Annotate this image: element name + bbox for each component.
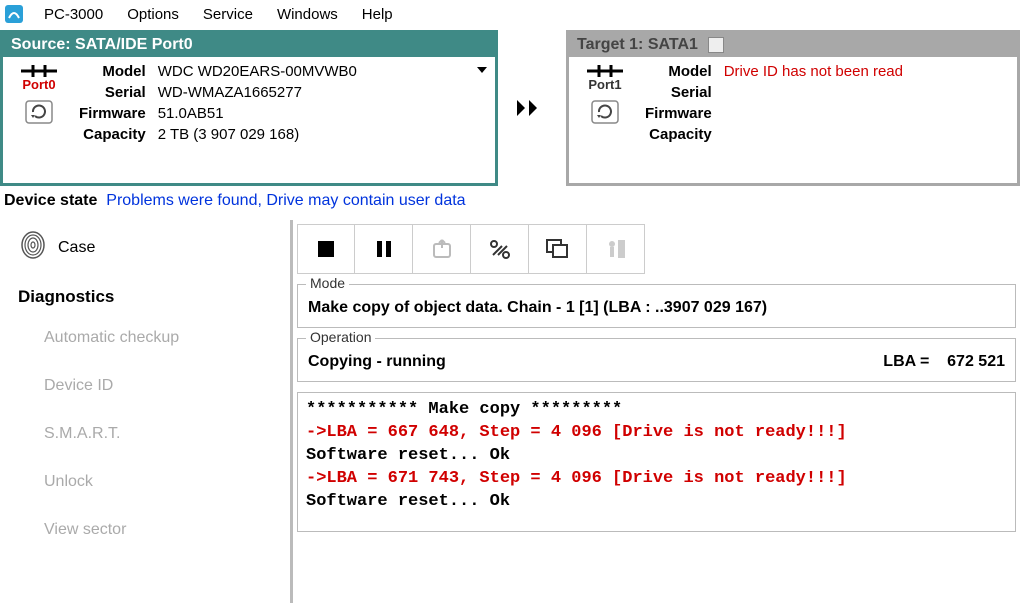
target-serial-value [724, 84, 903, 101]
menu-windows[interactable]: Windows [267, 4, 348, 25]
sidebar-case-item[interactable]: Case [18, 230, 290, 265]
source-port-icon[interactable]: Port0 [19, 63, 59, 92]
log-line: ->LBA = 667 648, Step = 4 096 [Drive is … [306, 422, 1007, 445]
operation-lba: LBA = 672 521 [883, 353, 1005, 371]
fingerprint-icon [18, 230, 48, 265]
sidebar-item-unlock[interactable]: Unlock [44, 473, 290, 491]
menu-options[interactable]: Options [117, 4, 189, 25]
source-refresh-icon[interactable] [25, 100, 53, 124]
stop-button[interactable] [297, 224, 355, 274]
source-capacity-value: 2 TB (3 907 029 168) [158, 126, 357, 143]
target-panel-title: Target 1: SATA1 [569, 33, 1017, 57]
source-panel: Source: SATA/IDE Port0 Port0 Model WDC W… [0, 30, 498, 186]
content-area: Mode Make copy of object data. Chain - 1… [290, 220, 1024, 603]
target-port-icon[interactable]: Port1 [585, 63, 625, 92]
menu-bar: PC-3000 Options Service Windows Help [0, 0, 1024, 28]
source-model-label: Model [79, 63, 146, 80]
menu-service[interactable]: Service [193, 4, 263, 25]
device-state-value: Problems were found, Drive may contain u… [106, 192, 465, 209]
target-capacity-label: Capacity [645, 126, 712, 143]
mode-groupbox: Mode Make copy of object data. Chain - 1… [297, 284, 1016, 328]
log-output[interactable]: *********** Make copy *********->LBA = 6… [297, 392, 1016, 532]
sidebar-diagnostics-heading[interactable]: Diagnostics [18, 287, 290, 307]
settings-button[interactable] [471, 224, 529, 274]
target-enable-checkbox[interactable] [708, 37, 724, 53]
target-firmware-label: Firmware [645, 105, 712, 122]
sidebar-case-label: Case [58, 239, 95, 257]
transfer-arrows-icon[interactable] [498, 30, 562, 186]
operation-legend: Operation [306, 329, 375, 345]
target-title-text: Target 1: SATA1 [577, 36, 698, 54]
target-model-label: Model [645, 63, 712, 80]
log-line: Software reset... Ok [306, 445, 1007, 468]
log-line: Software reset... Ok [306, 491, 1007, 514]
mode-legend: Mode [306, 275, 349, 291]
source-dropdown-arrow-icon[interactable] [477, 67, 487, 73]
sidebar-item-view-sector[interactable]: View sector [44, 521, 290, 539]
exit-button[interactable] [587, 224, 645, 274]
sidebar: Case Diagnostics Automatic checkup Devic… [0, 220, 290, 603]
target-port-label: Port1 [588, 77, 621, 92]
menu-help[interactable]: Help [352, 4, 403, 25]
toolbar [297, 224, 1016, 274]
source-port-label: Port0 [22, 77, 55, 92]
app-icon [4, 4, 24, 24]
sidebar-item-automatic-checkup[interactable]: Automatic checkup [44, 329, 290, 347]
menu-app-name[interactable]: PC-3000 [34, 4, 113, 25]
target-refresh-icon[interactable] [591, 100, 619, 124]
source-panel-title: Source: SATA/IDE Port0 [3, 33, 495, 57]
source-serial-value: WD-WMAZA1665277 [158, 84, 357, 101]
operation-status: Copying - running [308, 353, 446, 371]
source-model-value: WDC WD20EARS-00MVWB0 [158, 63, 357, 80]
log-line: ->LBA = 671 743, Step = 4 096 [Drive is … [306, 468, 1007, 491]
target-panel: Target 1: SATA1 Port1 Model Drive ID has… [566, 30, 1020, 186]
sidebar-item-smart[interactable]: S.M.A.R.T. [44, 425, 290, 443]
windows-button[interactable] [529, 224, 587, 274]
source-firmware-value: 51.0AB51 [158, 105, 357, 122]
sidebar-item-device-id[interactable]: Device ID [44, 377, 290, 395]
export-button[interactable] [413, 224, 471, 274]
device-state-label: Device state [4, 192, 97, 209]
mode-text: Make copy of object data. Chain - 1 [1] … [308, 299, 1005, 317]
target-serial-label: Serial [645, 84, 712, 101]
source-serial-label: Serial [79, 84, 146, 101]
target-model-value: Drive ID has not been read [724, 63, 903, 80]
source-capacity-label: Capacity [79, 126, 146, 143]
pause-button[interactable] [355, 224, 413, 274]
target-firmware-value [724, 105, 903, 122]
source-firmware-label: Firmware [79, 105, 146, 122]
target-capacity-value [724, 126, 903, 143]
log-line: *********** Make copy ********* [306, 399, 1007, 422]
device-state-line: Device state Problems were found, Drive … [0, 186, 1024, 220]
operation-groupbox: Operation Copying - running LBA = 672 52… [297, 338, 1016, 382]
